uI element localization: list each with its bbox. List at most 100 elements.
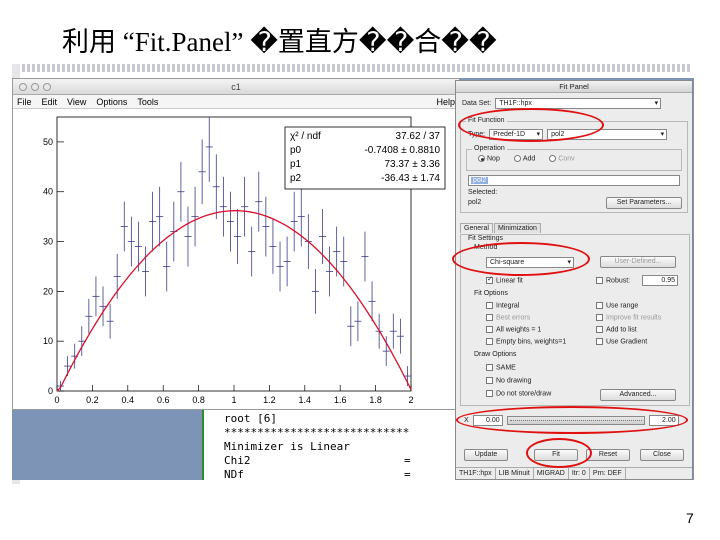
operation-label: Operation — [472, 145, 507, 152]
window-controls — [19, 83, 51, 91]
data-point — [149, 191, 157, 252]
opt-use-range[interactable]: Use range — [596, 302, 638, 309]
data-point — [212, 154, 220, 220]
draw-no-drawing[interactable]: No drawing — [486, 377, 531, 384]
tab-general[interactable]: General — [460, 223, 493, 233]
checkbox-icon — [596, 302, 603, 309]
menu-tools[interactable]: Tools — [137, 95, 158, 108]
op-add-radio[interactable]: Add — [513, 155, 535, 162]
radio-off-icon — [549, 155, 557, 162]
stats-box: χ² / ndf 37.62 / 37 p0 -0.7408 ± 0.8810 … — [284, 126, 446, 190]
selected-label: Selected: — [468, 189, 498, 196]
data-point — [127, 216, 135, 267]
menu-view[interactable]: View — [67, 95, 86, 108]
data-set-row: Data Set: TH1F::hpx — [462, 98, 662, 109]
robust-checkbox[interactable]: Robust: — [596, 277, 630, 284]
opt-integral[interactable]: Integral — [486, 302, 519, 309]
radio-off-icon — [513, 155, 521, 162]
function-combo[interactable]: pol2 — [547, 129, 668, 140]
x-range-slider[interactable] — [506, 416, 645, 425]
radio-on-icon — [478, 155, 485, 162]
op-nop-radio[interactable]: Nop — [478, 155, 500, 162]
robust-value-field[interactable]: 0.95 — [642, 275, 678, 286]
opt-empty-bins[interactable]: Empty bins, weights=1 — [486, 338, 566, 345]
x-tick-label: 1.2 — [263, 395, 276, 405]
opt-best-errors[interactable]: Best errors — [486, 314, 530, 321]
draw-do-not-store[interactable]: Do not store/draw — [486, 390, 551, 397]
menu-help[interactable]: Help — [436, 95, 455, 109]
x-tick-label: 0.6 — [157, 395, 170, 405]
set-parameters-button[interactable]: Set Parameters... — [606, 197, 682, 209]
menu-edit[interactable]: Edit — [42, 95, 58, 108]
type-combo[interactable]: Predef-1D — [489, 129, 544, 140]
histogram-plot[interactable]: 0 0.2 0.4 0.6 0.8 1 1.2 1.4 1.6 1.8 201020304050 χ… — [13, 109, 459, 409]
linear-fit-checkbox[interactable]: Linear fit — [486, 275, 523, 284]
advanced-button[interactable]: Advanced... — [600, 389, 676, 401]
checkbox-icon — [486, 377, 493, 384]
data-point — [276, 241, 284, 292]
checkbox-icon — [596, 326, 603, 333]
x-tick-label: 1.8 — [369, 395, 382, 405]
data-point — [85, 298, 93, 334]
opt-use-gradient[interactable]: Use Gradient — [596, 338, 647, 345]
draw-do-not-store-label: Do not store/draw — [496, 390, 552, 398]
x-tick-label: 1.6 — [334, 395, 347, 405]
x-range-label: X — [464, 417, 469, 424]
tab-minimization[interactable]: Minimization — [494, 223, 541, 233]
data-point — [382, 336, 390, 367]
opt-all-weights[interactable]: All weights = 1 — [486, 326, 541, 333]
status-object: TH1F::hpx — [456, 468, 496, 479]
x-max-field[interactable]: 2.00 — [648, 415, 679, 426]
checkbox-icon — [486, 364, 493, 371]
fit-curve — [56, 210, 412, 392]
data-point — [205, 117, 213, 182]
x-tick-label: 1 — [231, 395, 236, 405]
data-point — [156, 186, 164, 247]
slider-ticks — [509, 420, 642, 421]
op-conv-radio[interactable]: Conv — [549, 155, 575, 163]
update-button[interactable]: Update — [464, 449, 508, 461]
terminal-ndf-label: NDf — [224, 468, 244, 480]
x-min-field[interactable]: 0.00 — [472, 415, 503, 426]
reset-button[interactable]: Reset — [586, 449, 630, 461]
data-point — [106, 303, 114, 339]
data-set-combo[interactable]: TH1F::hpx — [495, 98, 662, 109]
data-point — [234, 209, 242, 264]
page-number: 7 — [686, 510, 694, 526]
fit-button[interactable]: Fit — [534, 449, 578, 461]
x-tick-label: 1.4 — [299, 395, 312, 405]
y-tick-label: 30 — [43, 237, 53, 247]
formula-selection: pol2 — [471, 177, 489, 184]
data-point — [226, 191, 234, 252]
data-point — [191, 186, 199, 247]
zoom-window-icon[interactable] — [43, 83, 51, 91]
fit-settings-label: Fit Settings — [466, 235, 506, 242]
data-point — [283, 236, 291, 287]
data-point — [396, 318, 404, 354]
draw-same[interactable]: SAME — [486, 364, 516, 371]
checkbox-icon — [596, 314, 603, 321]
status-iterations: Itr: 0 — [569, 468, 590, 479]
menu-options[interactable]: Options — [96, 95, 127, 108]
terminal-chi2-label: Chi2 — [224, 454, 251, 467]
y-tick-label: 0 — [48, 386, 53, 396]
stats-chi2-value: 37.62 / 37 — [396, 131, 441, 142]
checkbox-icon — [596, 277, 603, 284]
opt-improve[interactable]: Improve fit results — [596, 314, 661, 321]
method-combo[interactable]: Chi-square — [486, 257, 574, 268]
close-window-icon[interactable] — [19, 83, 27, 91]
op-conv-label: Conv — [558, 155, 575, 163]
stats-p1-value: 73.37 ± 3.36 — [384, 159, 440, 170]
y-tick-label: 50 — [43, 137, 53, 147]
opt-use-range-label: Use range — [606, 302, 639, 310]
data-point — [120, 201, 128, 252]
opt-add-list[interactable]: Add to list — [596, 326, 637, 333]
status-algorithm: MIGRAD — [534, 468, 569, 479]
minimize-window-icon[interactable] — [31, 83, 39, 91]
menu-file[interactable]: File — [17, 95, 32, 108]
user-defined-button[interactable]: User-Defined... — [600, 256, 676, 268]
formula-field[interactable]: pol2 — [468, 175, 680, 186]
close-button[interactable]: Close — [640, 449, 684, 461]
stats-p0-label: p0 — [290, 145, 302, 156]
checkbox-icon — [596, 338, 603, 345]
